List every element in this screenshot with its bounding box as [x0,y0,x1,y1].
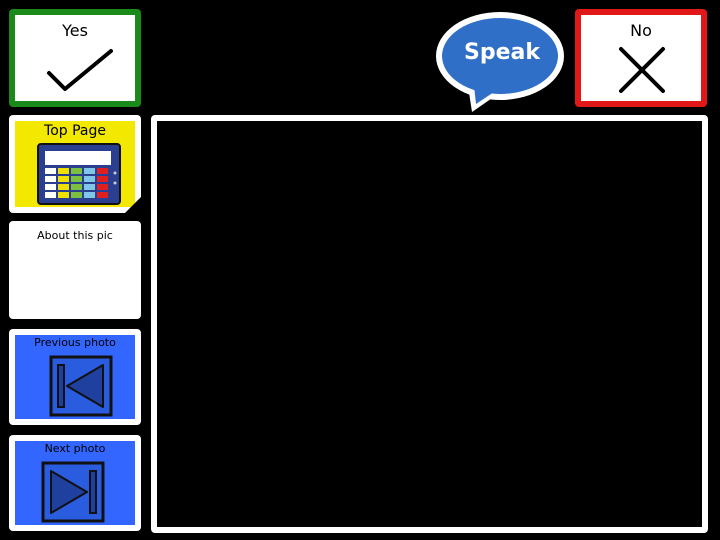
yes-button[interactable]: Yes [9,9,141,107]
no-label: No [630,21,652,40]
previous-photo-label: Previous photo [34,336,116,349]
photo-display-area [151,115,708,533]
next-photo-button[interactable]: Next photo [9,435,141,531]
yes-label: Yes [62,21,88,40]
board-grid-icon [37,143,121,205]
next-photo-label: Next photo [44,442,106,455]
speak-label: Speak [464,40,540,65]
top-page-button[interactable]: Top Page [9,115,141,213]
previous-photo-button[interactable]: Previous photo [9,329,141,425]
about-pic-button[interactable]: About this pic [9,221,141,319]
page-fold-corner [125,197,141,213]
top-page-label: Top Page [44,123,106,139]
about-pic-label: About this pic [37,229,113,242]
no-button[interactable]: No [575,9,707,107]
cross-icon [619,47,665,93]
skip-previous-icon [49,355,113,417]
checkmark-icon [47,49,113,91]
skip-next-icon [41,461,105,523]
speak-button[interactable]: Speak [434,8,570,112]
